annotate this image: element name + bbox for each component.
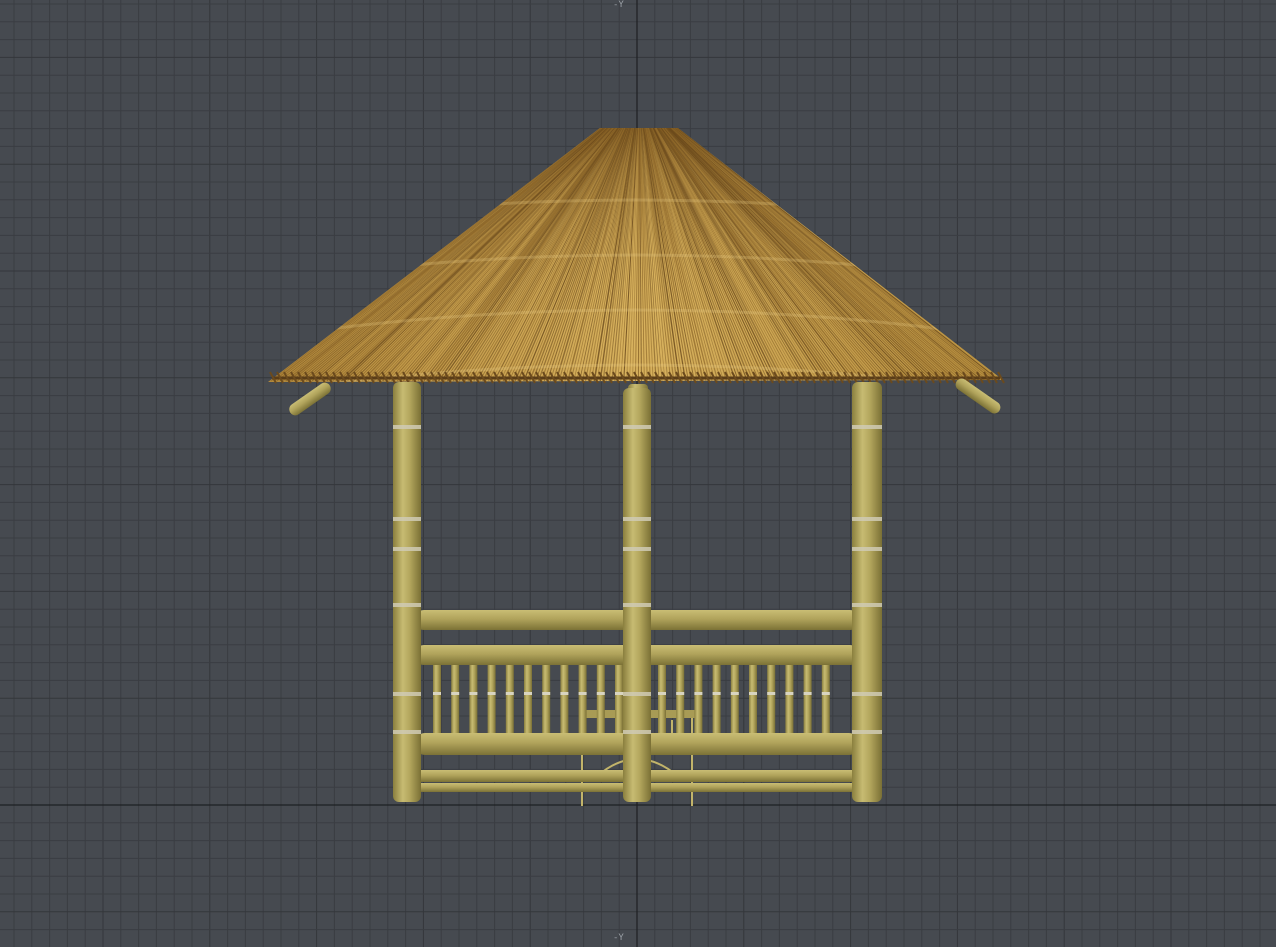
baluster xyxy=(730,663,739,737)
baluster xyxy=(658,663,666,737)
baluster xyxy=(821,663,830,737)
baluster xyxy=(542,663,551,737)
baluster xyxy=(615,663,623,737)
baluster xyxy=(676,663,685,737)
post-right xyxy=(852,382,882,802)
baluster xyxy=(803,663,812,737)
baluster xyxy=(785,663,794,737)
baluster xyxy=(749,663,757,737)
baluster xyxy=(578,663,587,737)
3d-viewport[interactable]: -Y -Y xyxy=(0,0,1276,947)
post-left xyxy=(393,382,421,802)
baluster xyxy=(560,663,569,737)
baluster xyxy=(767,663,776,737)
baluster xyxy=(433,663,441,737)
baluster xyxy=(524,663,532,737)
baluster xyxy=(712,663,721,737)
baluster xyxy=(469,663,478,737)
baluster xyxy=(487,663,496,737)
gazebo-model[interactable] xyxy=(0,0,1276,947)
thatch-roof xyxy=(268,128,1005,384)
baluster xyxy=(451,663,460,737)
baluster xyxy=(694,663,703,737)
baluster xyxy=(596,663,605,737)
baluster xyxy=(505,663,514,737)
post-center xyxy=(623,388,651,802)
